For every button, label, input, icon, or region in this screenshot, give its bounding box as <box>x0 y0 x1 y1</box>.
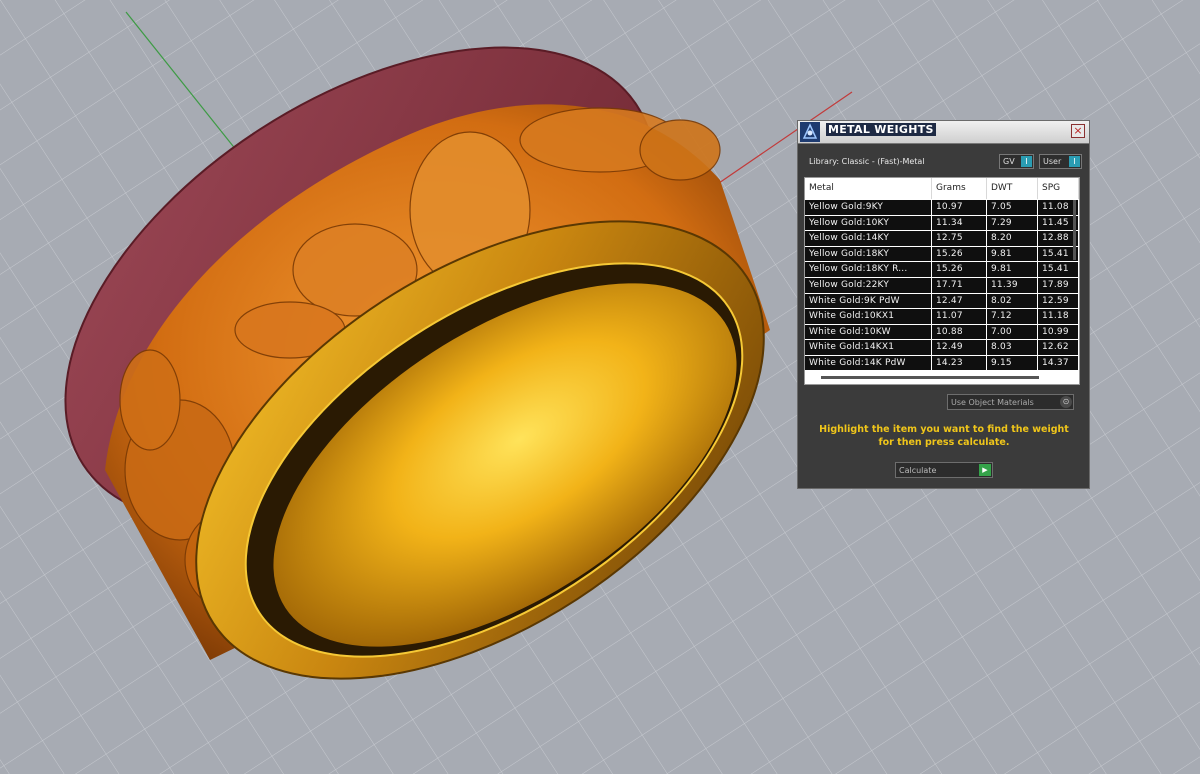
dialog-titlebar[interactable]: METAL WEIGHTS × <box>798 121 1089 144</box>
column-header-dwt[interactable]: DWT <box>987 178 1038 199</box>
table-row[interactable]: Yellow Gold:18KY 15.26 9.81 15.41 <box>805 246 1078 263</box>
table-row[interactable]: Yellow Gold:10KY 11.34 7.29 11.45 <box>805 215 1078 232</box>
materials-dropdown[interactable]: Use Object Materials ⊙ <box>947 394 1074 410</box>
column-header-grams[interactable]: Grams <box>932 178 987 199</box>
table-row[interactable]: Yellow Gold:22KY 17.71 11.39 17.89 <box>805 277 1078 294</box>
horizontal-scroll-track[interactable] <box>805 370 1079 384</box>
cell-metal: Yellow Gold:22KY <box>805 277 931 293</box>
cell-grams: 17.71 <box>932 277 986 293</box>
cell-dwt: 8.20 <box>987 231 1037 246</box>
cell-dwt: 9.81 <box>987 262 1037 277</box>
cell-dwt: 9.15 <box>987 355 1037 371</box>
toggle-indicator-icon: I <box>1069 156 1080 167</box>
dialog-title: METAL WEIGHTS <box>826 123 936 136</box>
metal-weights-dialog[interactable]: METAL WEIGHTS × Library: Classic - (Fast… <box>797 120 1090 489</box>
cell-dwt: 7.00 <box>987 324 1037 340</box>
cell-spg: 11.45 <box>1038 215 1078 231</box>
cell-spg: 15.41 <box>1038 262 1078 277</box>
cell-metal: Yellow Gold:14KY <box>805 231 931 246</box>
cell-dwt: 7.12 <box>987 309 1037 324</box>
cell-grams: 12.49 <box>932 340 986 355</box>
table-row[interactable]: Yellow Gold:14KY 12.75 8.20 12.88 <box>805 231 1078 247</box>
cell-grams: 11.07 <box>932 309 986 324</box>
cell-metal: White Gold:14KX1 <box>805 340 931 355</box>
play-icon: ▶ <box>979 464 991 476</box>
cell-metal: Yellow Gold:18KY R... <box>805 262 931 277</box>
cell-grams: 12.47 <box>932 293 986 309</box>
instruction-text: Highlight the item you want to find the … <box>819 424 1069 448</box>
cell-metal: White Gold:10KW <box>805 324 931 340</box>
cell-grams: 14.23 <box>932 355 986 371</box>
column-header-metal[interactable]: Metal <box>805 178 932 199</box>
cell-dwt: 9.81 <box>987 246 1037 262</box>
table-row[interactable]: White Gold:10KW 10.88 7.00 10.99 <box>805 324 1078 341</box>
cell-metal: Yellow Gold:9KY <box>805 200 931 215</box>
cell-grams: 15.26 <box>932 246 986 262</box>
cell-spg: 10.99 <box>1038 324 1078 340</box>
table-row[interactable]: Yellow Gold:9KY 10.97 7.05 11.08 <box>805 200 1078 216</box>
cell-spg: 15.41 <box>1038 246 1078 262</box>
cell-spg: 11.08 <box>1038 200 1078 215</box>
close-icon: × <box>1073 124 1083 137</box>
cell-spg: 12.59 <box>1038 293 1078 309</box>
cell-dwt: 8.02 <box>987 293 1037 309</box>
gv-label: GV <box>1003 157 1015 166</box>
horizontal-scrollbar[interactable] <box>821 376 1039 379</box>
table-row[interactable]: White Gold:9K PdW 12.47 8.02 12.59 <box>805 293 1078 310</box>
cell-grams: 10.97 <box>932 200 986 215</box>
vertical-scrollbar[interactable] <box>1073 200 1076 260</box>
cell-dwt: 7.29 <box>987 215 1037 231</box>
user-label: User <box>1043 157 1062 166</box>
cell-metal: Yellow Gold:10KY <box>805 215 931 231</box>
close-button[interactable]: × <box>1071 124 1085 138</box>
cell-metal: White Gold:14K PdW <box>805 355 931 371</box>
cell-spg: 12.62 <box>1038 340 1078 355</box>
cell-grams: 15.26 <box>932 262 986 277</box>
cell-dwt: 7.05 <box>987 200 1037 215</box>
table-body: Yellow Gold:9KY 10.97 7.05 11.08 Yellow Gold… <box>805 200 1078 372</box>
cell-dwt: 11.39 <box>987 277 1037 293</box>
toggle-indicator-icon: I <box>1021 156 1032 167</box>
cell-grams: 10.88 <box>932 324 986 340</box>
rhino-app-icon <box>800 122 820 142</box>
materials-dropdown-value: Use Object Materials <box>951 398 1034 407</box>
dropdown-icon: ⊙ <box>1060 396 1072 408</box>
metal-weights-table[interactable]: Metal Grams DWT SPG Yellow Gold:9KY 10.97… <box>804 177 1080 385</box>
cell-spg: 17.89 <box>1038 277 1078 293</box>
cell-spg: 12.88 <box>1038 231 1078 246</box>
table-row[interactable]: White Gold:10KX1 11.07 7.12 11.18 <box>805 309 1078 325</box>
calculate-button[interactable]: Calculate ▶ <box>895 462 993 478</box>
cell-metal: Yellow Gold:18KY <box>805 246 931 262</box>
cell-metal: White Gold:10KX1 <box>805 309 931 324</box>
cell-spg: 11.18 <box>1038 309 1078 324</box>
cell-metal: White Gold:9K PdW <box>805 293 931 309</box>
table-row[interactable]: White Gold:14KX1 12.49 8.03 12.62 <box>805 340 1078 356</box>
cell-spg: 14.37 <box>1038 355 1078 371</box>
library-label: Library: Classic - (Fast)-Metal <box>809 157 925 166</box>
table-row[interactable]: Yellow Gold:18KY R... 15.26 9.81 15.41 <box>805 262 1078 278</box>
cell-dwt: 8.03 <box>987 340 1037 355</box>
table-header: Metal Grams DWT SPG <box>805 178 1079 200</box>
cell-grams: 11.34 <box>932 215 986 231</box>
user-toggle-button[interactable]: User I <box>1039 154 1082 169</box>
gv-toggle-button[interactable]: GV I <box>999 154 1034 169</box>
calculate-label: Calculate <box>899 466 937 475</box>
column-header-spg[interactable]: SPG <box>1038 178 1079 199</box>
cell-grams: 12.75 <box>932 231 986 246</box>
